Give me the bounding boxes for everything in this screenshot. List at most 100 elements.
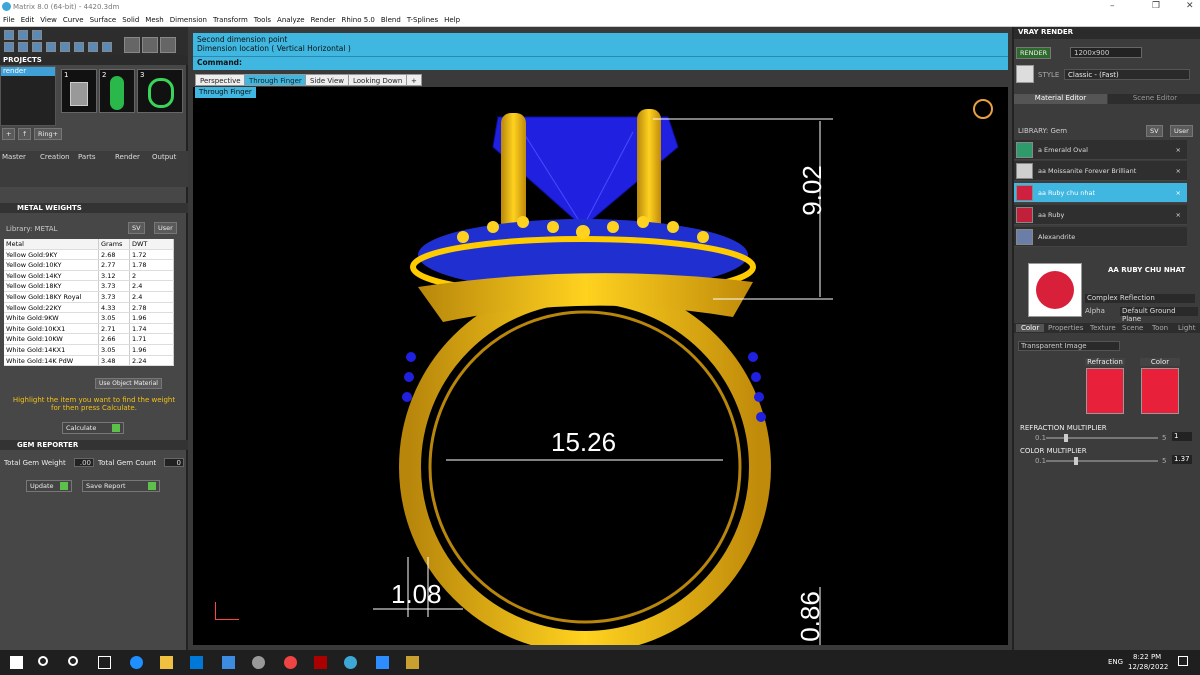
panel-render[interactable]: Render bbox=[115, 153, 140, 161]
tab-perspective[interactable]: Perspective bbox=[195, 74, 246, 86]
app-icon[interactable] bbox=[252, 656, 265, 669]
mail-icon[interactable] bbox=[222, 656, 235, 669]
table-row[interactable]: Yellow Gold:14KY 3.12 2 bbox=[4, 270, 174, 282]
tool-icon[interactable] bbox=[4, 30, 14, 40]
tool-icon[interactable] bbox=[74, 42, 84, 52]
app-icon[interactable] bbox=[406, 656, 419, 669]
user-button[interactable]: User bbox=[154, 222, 177, 234]
save-report-button[interactable]: Save Report bbox=[82, 480, 160, 492]
refraction-swatch[interactable] bbox=[1086, 368, 1124, 414]
close-button[interactable]: ✕ bbox=[1186, 1, 1194, 11]
add-project-button[interactable]: + bbox=[2, 128, 16, 140]
menu-mesh[interactable]: Mesh bbox=[142, 14, 166, 24]
language-indicator[interactable]: ENG bbox=[1108, 658, 1123, 666]
tab-material-editor[interactable]: Material Editor bbox=[1014, 94, 1107, 104]
project-thumb-2[interactable]: 2 bbox=[99, 69, 135, 113]
table-row[interactable]: Yellow Gold:22KY 4.33 2.78 bbox=[4, 302, 174, 314]
vray-user-button[interactable]: User bbox=[1170, 125, 1193, 137]
tool-icon[interactable] bbox=[88, 42, 98, 52]
color-slider[interactable] bbox=[1046, 457, 1158, 465]
table-row[interactable]: White Gold:10KX1 2.71 1.74 bbox=[4, 323, 174, 335]
ring-button[interactable]: Ring+ bbox=[34, 128, 63, 140]
matrix-icon[interactable] bbox=[344, 656, 357, 669]
ground-plane-select[interactable]: Default Ground Plane bbox=[1120, 307, 1198, 323]
table-row[interactable]: Yellow Gold:18KY Royal 3.73 2.4 bbox=[4, 291, 174, 303]
calculate-button[interactable]: Calculate bbox=[62, 422, 124, 434]
panel-master[interactable]: Master bbox=[2, 153, 26, 161]
search-icon[interactable] bbox=[38, 656, 48, 666]
tool-icon[interactable] bbox=[142, 37, 158, 53]
library-item[interactable]: aa Moissanite Forever Brilliant × bbox=[1014, 161, 1187, 181]
menu-dimension[interactable]: Dimension bbox=[167, 14, 210, 24]
tool-icon[interactable] bbox=[46, 42, 56, 52]
chrome-icon[interactable] bbox=[284, 656, 297, 669]
vray-sv-button[interactable]: SV bbox=[1146, 125, 1163, 137]
add-tab-button[interactable]: + bbox=[406, 74, 422, 86]
library-item[interactable]: aa Ruby × bbox=[1014, 205, 1187, 225]
menu-rhino[interactable]: Rhino 5.0 bbox=[339, 14, 378, 24]
transparent-image-select[interactable]: Transparent Image bbox=[1018, 341, 1120, 351]
color-swatch[interactable] bbox=[1141, 368, 1179, 414]
store-icon[interactable] bbox=[190, 656, 203, 669]
subtab-color[interactable]: Color bbox=[1016, 324, 1045, 332]
use-object-material-button[interactable]: Use Object Material bbox=[95, 378, 162, 389]
tab-scene-editor[interactable]: Scene Editor bbox=[1108, 94, 1200, 104]
maximize-button[interactable]: ❐ bbox=[1152, 1, 1160, 11]
tool-icon[interactable] bbox=[4, 42, 14, 52]
notification-icon[interactable] bbox=[1178, 656, 1188, 666]
table-row[interactable]: Yellow Gold:18KY 3.73 2.4 bbox=[4, 281, 174, 292]
color-multiplier-value[interactable]: 1.37 bbox=[1172, 455, 1192, 464]
panel-creation[interactable]: Creation bbox=[40, 153, 70, 161]
refraction-value[interactable]: 1 bbox=[1172, 432, 1192, 441]
app-icon[interactable] bbox=[314, 656, 327, 669]
clock-date[interactable]: 12/28/2022 bbox=[1128, 663, 1168, 671]
tab-side-view[interactable]: Side View bbox=[305, 74, 349, 86]
menu-solid[interactable]: Solid bbox=[119, 14, 142, 24]
table-row[interactable]: White Gold:9KW 3.05 1.96 bbox=[4, 313, 174, 324]
tool-icon[interactable] bbox=[18, 42, 28, 52]
table-row[interactable]: Yellow Gold:10KY 2.77 1.78 bbox=[4, 260, 174, 271]
menu-surface[interactable]: Surface bbox=[87, 14, 120, 24]
clock-time[interactable]: 8:22 PM bbox=[1133, 653, 1161, 661]
table-row[interactable]: White Gold:14K PdW 3.48 2.24 bbox=[4, 355, 174, 367]
project-item[interactable]: render bbox=[1, 67, 55, 76]
cortana-icon[interactable] bbox=[68, 656, 78, 666]
project-thumb-3[interactable]: 3 bbox=[137, 69, 183, 113]
menu-blend[interactable]: Blend bbox=[378, 14, 404, 24]
library-item[interactable]: Alexandrite bbox=[1014, 227, 1187, 247]
menu-tsplines[interactable]: T-Splines bbox=[404, 14, 441, 24]
table-row[interactable]: White Gold:14KX1 3.05 1.96 bbox=[4, 344, 174, 356]
tab-looking-down[interactable]: Looking Down bbox=[348, 74, 408, 86]
windows-start-icon[interactable] bbox=[10, 656, 23, 669]
refraction-slider[interactable] bbox=[1046, 434, 1158, 442]
library-item[interactable]: a Emerald Oval × bbox=[1014, 140, 1187, 160]
subtab-scene[interactable]: Scene bbox=[1122, 324, 1143, 332]
command-prompt[interactable]: Command: bbox=[193, 56, 1008, 68]
table-row[interactable]: White Gold:10KW 2.66 1.71 bbox=[4, 334, 174, 345]
tab-through-finger[interactable]: Through Finger bbox=[244, 74, 307, 86]
menu-curve[interactable]: Curve bbox=[60, 14, 87, 24]
subtab-toon[interactable]: Toon bbox=[1152, 324, 1168, 332]
minimize-button[interactable]: – bbox=[1110, 1, 1115, 11]
menu-render[interactable]: Render bbox=[308, 14, 339, 24]
table-row[interactable]: Yellow Gold:9KY 2.68 1.72 bbox=[4, 249, 174, 261]
task-view-icon[interactable] bbox=[98, 656, 111, 669]
edge-icon[interactable] bbox=[130, 656, 143, 669]
resolution-field[interactable]: 1200x900 bbox=[1070, 47, 1142, 58]
subtab-texture[interactable]: Texture bbox=[1090, 324, 1116, 332]
menu-help[interactable]: Help bbox=[441, 14, 463, 24]
tool-icon[interactable] bbox=[18, 30, 28, 40]
explorer-icon[interactable] bbox=[160, 656, 173, 669]
panel-output[interactable]: Output bbox=[152, 153, 176, 161]
library-item-selected[interactable]: aa Ruby chu nhat × bbox=[1014, 183, 1187, 203]
viewport[interactable]: Through Finger 9.02 15.26 1.08 0.86 bbox=[193, 87, 1008, 645]
style-select[interactable]: Classic - (Fast) bbox=[1064, 69, 1190, 80]
menu-file[interactable]: File bbox=[0, 14, 18, 24]
sv-button[interactable]: SV bbox=[128, 222, 145, 234]
tool-icon[interactable] bbox=[60, 42, 70, 52]
update-button[interactable]: Update bbox=[26, 480, 72, 492]
project-thumb-1[interactable]: 1 bbox=[61, 69, 97, 113]
panel-parts[interactable]: Parts bbox=[78, 153, 95, 161]
tool-icon[interactable] bbox=[160, 37, 176, 53]
tool-icon[interactable] bbox=[32, 30, 42, 40]
